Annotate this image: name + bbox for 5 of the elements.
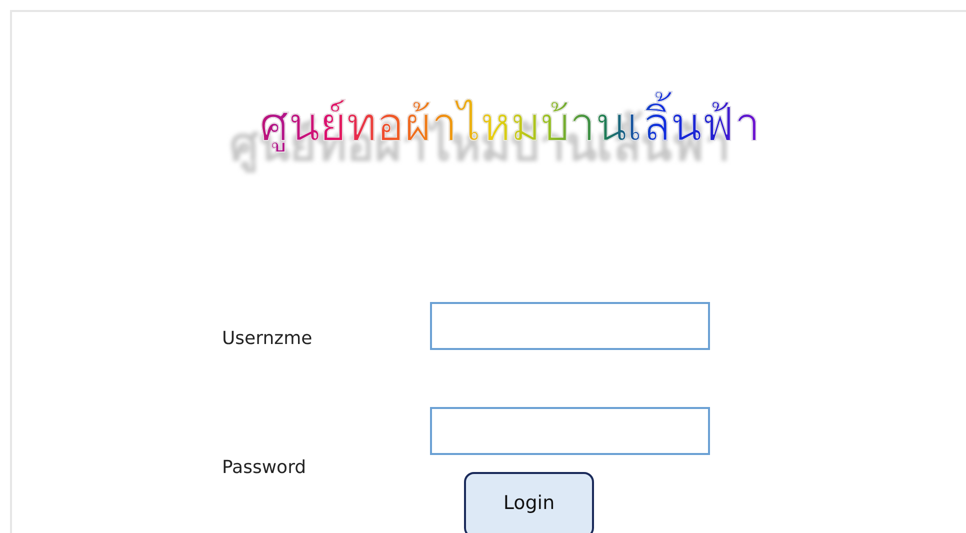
- input-field[interactable]: [430, 302, 710, 350]
- field-label: Usernzme: [222, 328, 312, 349]
- login-button[interactable]: Login: [464, 472, 594, 533]
- input-field[interactable]: [430, 407, 710, 455]
- field-label: Password: [222, 457, 306, 478]
